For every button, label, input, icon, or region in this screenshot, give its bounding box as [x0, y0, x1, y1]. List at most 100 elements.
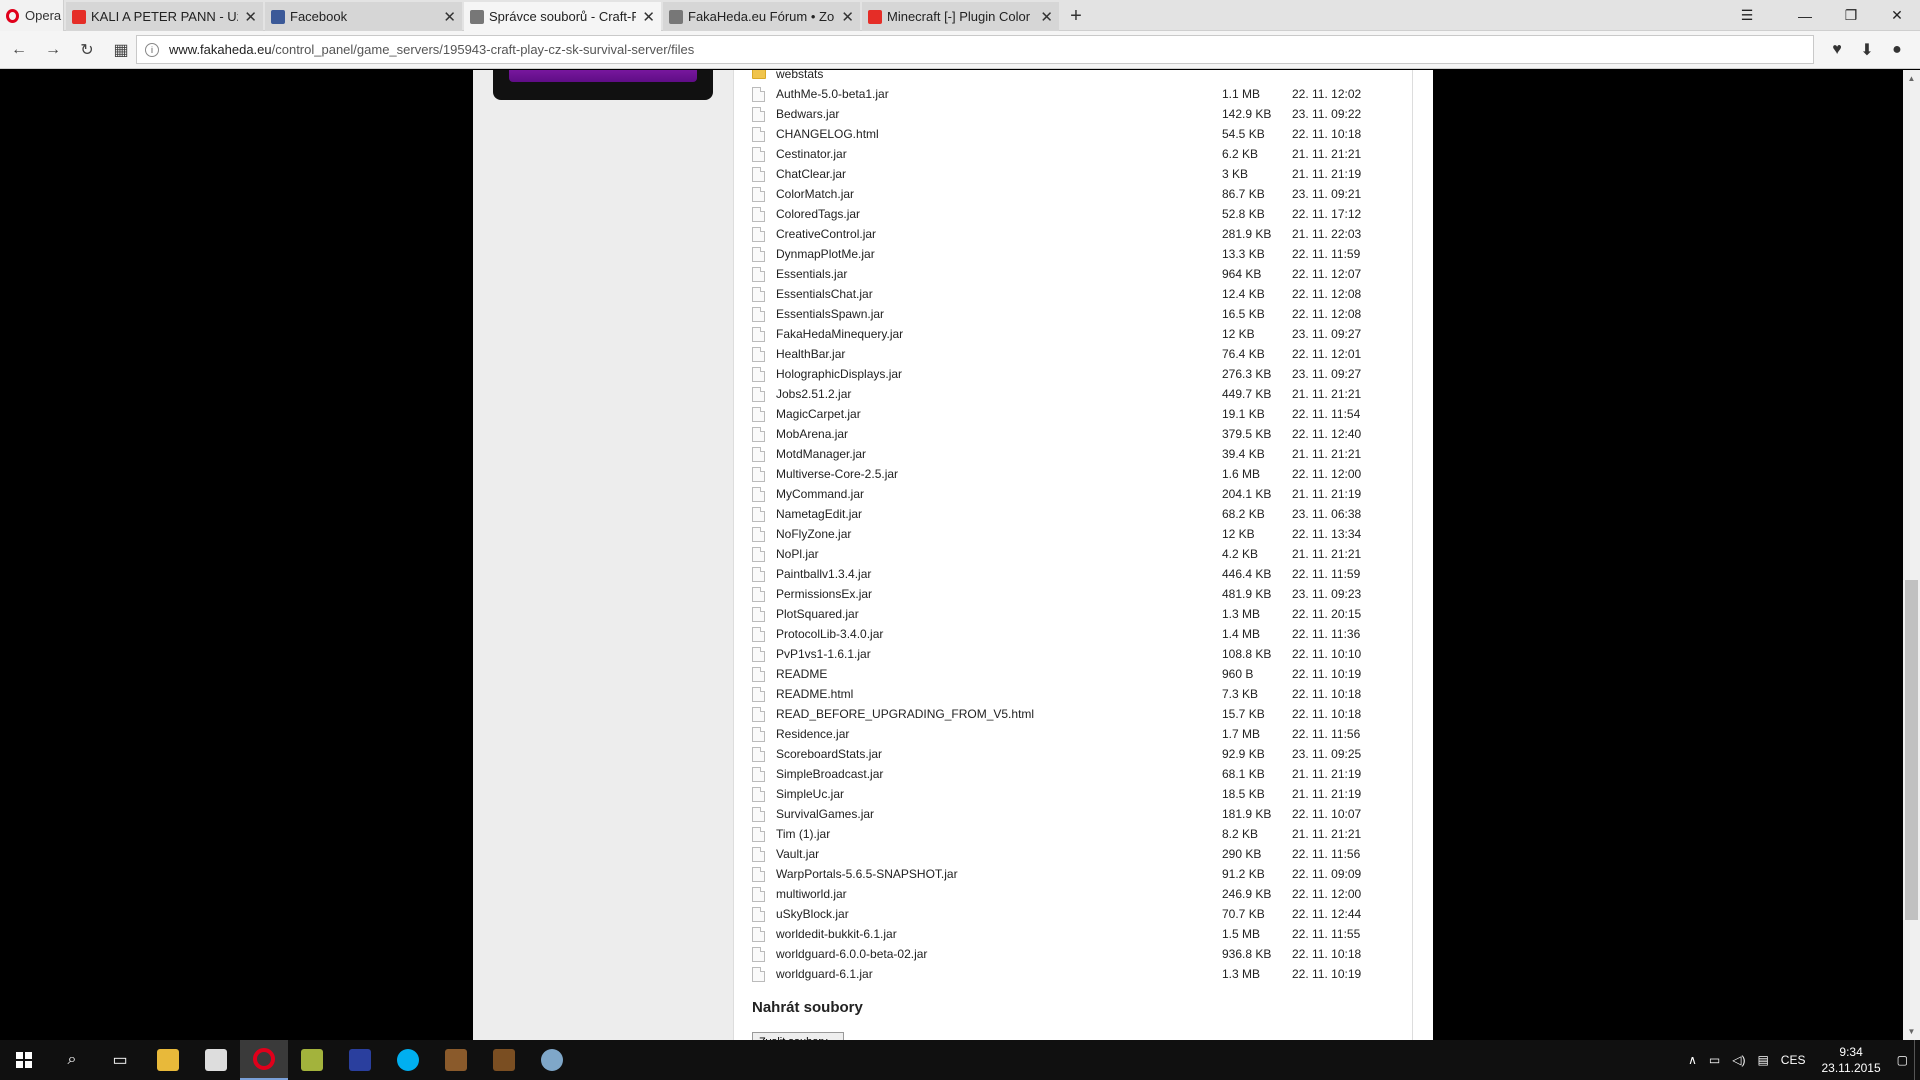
- file-name[interactable]: Tim (1).jar: [776, 827, 1222, 841]
- browser-tab[interactable]: Správce souborů - Craft-Pl ✕: [464, 2, 661, 31]
- file-name[interactable]: Vault.jar: [776, 847, 1222, 861]
- minimize-icon[interactable]: —: [1782, 0, 1828, 31]
- tray-chevron-icon[interactable]: ∧: [1682, 1053, 1703, 1067]
- opera-menu-button[interactable]: Opera: [0, 0, 64, 31]
- file-name[interactable]: FakaHedaMinequery.jar: [776, 327, 1222, 341]
- file-name[interactable]: Multiverse-Core-2.5.jar: [776, 467, 1222, 481]
- opera-taskbar-icon[interactable]: [240, 1040, 288, 1080]
- start-button[interactable]: [0, 1040, 48, 1080]
- chest-app-icon[interactable]: [432, 1040, 480, 1080]
- file-row[interactable]: EssentialsChat.jar 12.4 KB 22. 11. 12:08: [752, 284, 1402, 304]
- page-scrollbar[interactable]: ▲ ▼: [1903, 70, 1920, 1040]
- file-name[interactable]: ScoreboardStats.jar: [776, 747, 1222, 761]
- file-name[interactable]: MagicCarpet.jar: [776, 407, 1222, 421]
- file-row[interactable]: NoPl.jar 4.2 KB 21. 11. 21:21: [752, 544, 1402, 564]
- file-name[interactable]: Bedwars.jar: [776, 107, 1222, 121]
- file-row[interactable]: MobArena.jar 379.5 KB 22. 11. 12:40: [752, 424, 1402, 444]
- file-name[interactable]: ProtocolLib-3.4.0.jar: [776, 627, 1222, 641]
- file-name[interactable]: NoPl.jar: [776, 547, 1222, 561]
- file-name[interactable]: AuthMe-5.0-beta1.jar: [776, 87, 1222, 101]
- file-row[interactable]: READ_BEFORE_UPGRADING_FROM_V5.html 15.7 K…: [752, 704, 1402, 724]
- file-row[interactable]: HealthBar.jar 76.4 KB 22. 11. 12:01: [752, 344, 1402, 364]
- file-row[interactable]: Bedwars.jar 142.9 KB 23. 11. 09:22: [752, 104, 1402, 124]
- file-name[interactable]: PlotSquared.jar: [776, 607, 1222, 621]
- tab-close-icon[interactable]: ✕: [443, 8, 456, 26]
- chest-app-2-icon[interactable]: [480, 1040, 528, 1080]
- new-tab-icon[interactable]: +: [1061, 2, 1091, 31]
- file-row[interactable]: SimpleUc.jar 18.5 KB 21. 11. 21:19: [752, 784, 1402, 804]
- file-row[interactable]: ScoreboardStats.jar 92.9 KB 23. 11. 09:25: [752, 744, 1402, 764]
- notifications-icon[interactable]: ▤: [1751, 1053, 1774, 1067]
- file-name[interactable]: README.html: [776, 687, 1222, 701]
- search-icon[interactable]: ⌕: [48, 1040, 96, 1080]
- scroll-thumb[interactable]: [1905, 580, 1918, 920]
- file-row[interactable]: FakaHedaMinequery.jar 12 KB 23. 11. 09:27: [752, 324, 1402, 344]
- file-name[interactable]: CreativeControl.jar: [776, 227, 1222, 241]
- restore-icon[interactable]: ❐: [1828, 0, 1874, 31]
- file-name[interactable]: README: [776, 667, 1222, 681]
- file-name[interactable]: worldedit-bukkit-6.1.jar: [776, 927, 1222, 941]
- file-name[interactable]: uSkyBlock.jar: [776, 907, 1222, 921]
- task-view-icon[interactable]: ▭: [96, 1040, 144, 1080]
- file-row[interactable]: MotdManager.jar 39.4 KB 21. 11. 21:21: [752, 444, 1402, 464]
- file-row[interactable]: worldguard-6.1.jar 1.3 MB 22. 11. 10:19: [752, 964, 1402, 984]
- file-row[interactable]: Cestinator.jar 6.2 KB 21. 11. 21:21: [752, 144, 1402, 164]
- file-row[interactable]: webstats: [752, 70, 1402, 84]
- file-name[interactable]: SimpleBroadcast.jar: [776, 767, 1222, 781]
- file-row[interactable]: WarpPortals-5.6.5-SNAPSHOT.jar 91.2 KB 22.…: [752, 864, 1402, 884]
- file-name[interactable]: Residence.jar: [776, 727, 1222, 741]
- file-name[interactable]: MobArena.jar: [776, 427, 1222, 441]
- file-name[interactable]: Cestinator.jar: [776, 147, 1222, 161]
- file-row[interactable]: README.html 7.3 KB 22. 11. 10:18: [752, 684, 1402, 704]
- file-name[interactable]: HolographicDisplays.jar: [776, 367, 1222, 381]
- file-name[interactable]: Essentials.jar: [776, 267, 1222, 281]
- minecraft-block-icon[interactable]: [288, 1040, 336, 1080]
- forward-icon[interactable]: →: [38, 35, 68, 65]
- file-row[interactable]: Jobs2.51.2.jar 449.7 KB 21. 11. 21:21: [752, 384, 1402, 404]
- file-row[interactable]: CHANGELOG.html 54.5 KB 22. 11. 10:18: [752, 124, 1402, 144]
- file-row[interactable]: ProtocolLib-3.4.0.jar 1.4 MB 22. 11. 11:36: [752, 624, 1402, 644]
- file-name[interactable]: EssentialsSpawn.jar: [776, 307, 1222, 321]
- promo-banner[interactable]: [493, 70, 713, 100]
- file-row[interactable]: SurvivalGames.jar 181.9 KB 22. 11. 10:07: [752, 804, 1402, 824]
- network-icon[interactable]: ▭: [1703, 1053, 1726, 1067]
- file-row[interactable]: DynmapPlotMe.jar 13.3 KB 22. 11. 11:59: [752, 244, 1402, 264]
- scroll-down-icon[interactable]: ▼: [1903, 1023, 1920, 1040]
- file-name[interactable]: CHANGELOG.html: [776, 127, 1222, 141]
- file-row[interactable]: NametagEdit.jar 68.2 KB 23. 11. 06:38: [752, 504, 1402, 524]
- file-name[interactable]: PvP1vs1-1.6.1.jar: [776, 647, 1222, 661]
- file-row[interactable]: Multiverse-Core-2.5.jar 1.6 MB 22. 11. 12:…: [752, 464, 1402, 484]
- store-icon[interactable]: [192, 1040, 240, 1080]
- skype-icon[interactable]: [384, 1040, 432, 1080]
- file-row[interactable]: EssentialsSpawn.jar 16.5 KB 22. 11. 12:08: [752, 304, 1402, 324]
- file-name[interactable]: ColoredTags.jar: [776, 207, 1222, 221]
- file-explorer-icon[interactable]: [144, 1040, 192, 1080]
- language-indicator[interactable]: CES: [1775, 1053, 1812, 1067]
- file-row[interactable]: Paintballv1.3.4.jar 446.4 KB 22. 11. 11:59: [752, 564, 1402, 584]
- scroll-up-icon[interactable]: ▲: [1903, 70, 1920, 87]
- action-center-icon[interactable]: ▢: [1891, 1053, 1914, 1067]
- tab-close-icon[interactable]: ✕: [244, 8, 257, 26]
- file-row[interactable]: worldedit-bukkit-6.1.jar 1.5 MB 22. 11. 11…: [752, 924, 1402, 944]
- file-row[interactable]: CreativeControl.jar 281.9 KB 21. 11. 22:03: [752, 224, 1402, 244]
- file-row[interactable]: AuthMe-5.0-beta1.jar 1.1 MB 22. 11. 12:02: [752, 84, 1402, 104]
- file-row[interactable]: Vault.jar 290 KB 22. 11. 11:56: [752, 844, 1402, 864]
- file-row[interactable]: PlotSquared.jar 1.3 MB 22. 11. 20:15: [752, 604, 1402, 624]
- file-row[interactable]: ColorMatch.jar 86.7 KB 23. 11. 09:21: [752, 184, 1402, 204]
- file-row[interactable]: HolographicDisplays.jar 276.3 KB 23. 11. 0…: [752, 364, 1402, 384]
- file-name[interactable]: READ_BEFORE_UPGRADING_FROM_V5.html: [776, 707, 1222, 721]
- file-name[interactable]: WarpPortals-5.6.5-SNAPSHOT.jar: [776, 867, 1222, 881]
- file-row[interactable]: worldguard-6.0.0-beta-02.jar 936.8 KB 22. …: [752, 944, 1402, 964]
- back-icon[interactable]: ←: [4, 35, 34, 65]
- file-name[interactable]: SimpleUc.jar: [776, 787, 1222, 801]
- file-name[interactable]: MyCommand.jar: [776, 487, 1222, 501]
- file-name[interactable]: MotdManager.jar: [776, 447, 1222, 461]
- file-name[interactable]: Jobs2.51.2.jar: [776, 387, 1222, 401]
- show-desktop-button[interactable]: [1914, 1040, 1920, 1080]
- file-name[interactable]: multiworld.jar: [776, 887, 1222, 901]
- file-name[interactable]: HealthBar.jar: [776, 347, 1222, 361]
- browser-tab[interactable]: Facebook ✕: [265, 2, 462, 31]
- tab-menu-icon[interactable]: ☰: [1712, 0, 1782, 31]
- tab-close-icon[interactable]: ✕: [642, 8, 655, 26]
- file-name[interactable]: Paintballv1.3.4.jar: [776, 567, 1222, 581]
